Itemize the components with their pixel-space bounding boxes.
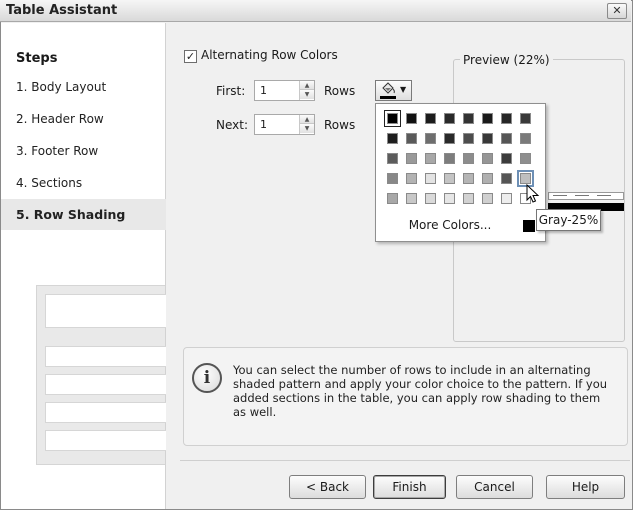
more-colors-button[interactable]: More Colors...: [376, 215, 524, 235]
color-swatch[interactable]: [501, 133, 512, 144]
color-swatch[interactable]: [444, 133, 455, 144]
increment-icon[interactable]: ▲: [300, 81, 314, 90]
color-swatch[interactable]: [501, 113, 512, 124]
color-swatch[interactable]: [444, 193, 455, 204]
color-swatch[interactable]: [463, 173, 474, 184]
color-swatch[interactable]: [501, 193, 512, 204]
preview-table-row: [548, 192, 624, 200]
color-swatch[interactable]: [384, 110, 401, 127]
finish-button[interactable]: Finish: [373, 475, 446, 499]
first-rows-unit: Rows: [324, 84, 356, 98]
cancel-button[interactable]: Cancel: [456, 475, 533, 499]
step-body-layout[interactable]: 1. Body Layout: [1, 72, 166, 103]
color-swatch[interactable]: [406, 153, 417, 164]
divider: [180, 460, 630, 461]
thumbnail-header-bar: [45, 294, 166, 328]
color-swatch[interactable]: [444, 153, 455, 164]
first-rows-value[interactable]: 1: [260, 84, 267, 97]
color-swatch[interactable]: [517, 170, 534, 187]
color-swatch[interactable]: [425, 133, 436, 144]
steps-heading: Steps: [16, 51, 58, 66]
color-swatch[interactable]: [482, 113, 493, 124]
color-palette-dropdown: More Colors...: [375, 103, 546, 242]
window-title: Table Assistant: [6, 3, 118, 18]
thumbnail-row: [45, 374, 166, 395]
current-color-indicator: [380, 96, 396, 99]
help-button[interactable]: Help: [546, 475, 625, 499]
color-swatch[interactable]: [444, 113, 455, 124]
info-text: You can select the number of rows to inc…: [233, 363, 608, 419]
color-swatch[interactable]: [501, 153, 512, 164]
color-swatch[interactable]: [387, 193, 398, 204]
next-rows-value[interactable]: 1: [260, 118, 267, 131]
steps-pane: Steps 1. Body Layout 2. Header Row 3. Fo…: [1, 23, 166, 509]
color-swatch[interactable]: [463, 193, 474, 204]
preview-cell: [597, 195, 611, 196]
color-swatch[interactable]: [520, 113, 531, 124]
chevron-down-icon[interactable]: ▼: [400, 85, 406, 94]
stepper-buttons: ▲ ▼: [299, 115, 314, 134]
color-swatch[interactable]: [463, 113, 474, 124]
color-swatch[interactable]: [387, 153, 398, 164]
close-icon[interactable]: ✕: [607, 3, 627, 19]
first-label: First:: [216, 84, 246, 98]
next-rows-unit: Rows: [324, 118, 356, 132]
stepper-buttons: ▲ ▼: [299, 81, 314, 100]
mouse-cursor-icon: [526, 183, 540, 207]
color-swatch[interactable]: [482, 153, 493, 164]
color-tooltip: Gray-25%: [536, 209, 601, 231]
color-swatch[interactable]: [425, 193, 436, 204]
color-swatch[interactable]: [425, 173, 436, 184]
title-bar: Table Assistant ✕: [0, 0, 631, 22]
next-rows-stepper[interactable]: 1 ▲ ▼: [254, 114, 315, 135]
decrement-icon[interactable]: ▼: [300, 90, 314, 99]
thumbnail-row: [45, 346, 166, 367]
first-rows-stepper[interactable]: 1 ▲ ▼: [254, 80, 315, 101]
color-swatch[interactable]: [406, 113, 417, 124]
more-colors-swatch: [523, 220, 535, 232]
color-swatch[interactable]: [520, 153, 531, 164]
preview-cell: [553, 195, 567, 196]
color-swatch[interactable]: [520, 133, 531, 144]
thumbnail-row: [45, 402, 166, 423]
color-swatch[interactable]: [482, 173, 493, 184]
color-swatch[interactable]: [425, 153, 436, 164]
step-footer-row[interactable]: 3. Footer Row: [1, 136, 166, 167]
step-header-row[interactable]: 2. Header Row: [1, 104, 166, 135]
next-label: Next:: [216, 118, 248, 132]
info-icon: i: [192, 363, 222, 393]
color-swatch[interactable]: [463, 133, 474, 144]
color-swatch[interactable]: [482, 193, 493, 204]
color-swatch[interactable]: [425, 113, 436, 124]
color-swatch[interactable]: [406, 173, 417, 184]
preview-cell: [575, 195, 589, 196]
preview-label: Preview (22%): [460, 53, 553, 67]
step-sections[interactable]: 4. Sections: [1, 168, 166, 199]
color-swatch[interactable]: [444, 173, 455, 184]
color-swatch[interactable]: [387, 173, 398, 184]
layout-thumbnail: [36, 285, 166, 465]
color-swatch[interactable]: [463, 153, 474, 164]
alternating-row-colors-checkbox[interactable]: ✓: [184, 50, 197, 63]
color-swatch[interactable]: [406, 193, 417, 204]
fill-color-button[interactable]: ▼: [375, 80, 412, 101]
color-swatch[interactable]: [501, 173, 512, 184]
back-button[interactable]: < Back: [289, 475, 366, 499]
color-swatch[interactable]: [387, 133, 398, 144]
increment-icon[interactable]: ▲: [300, 115, 314, 124]
step-row-shading[interactable]: 5. Row Shading: [1, 199, 166, 230]
color-swatch[interactable]: [482, 133, 493, 144]
decrement-icon[interactable]: ▼: [300, 124, 314, 133]
color-swatch[interactable]: [406, 133, 417, 144]
alternating-row-colors-label[interactable]: Alternating Row Colors: [201, 48, 338, 62]
thumbnail-row: [45, 430, 166, 451]
